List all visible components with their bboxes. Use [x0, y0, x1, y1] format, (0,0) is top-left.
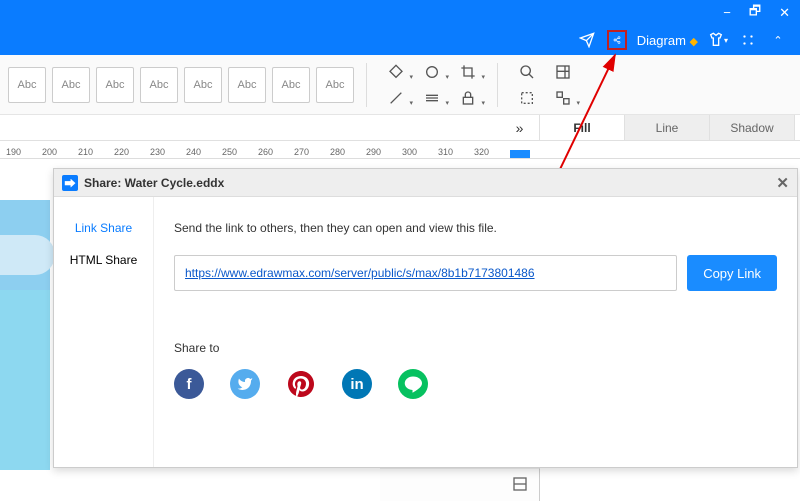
sidebar-item-html-share[interactable]: HTML Share [70, 253, 138, 267]
shape-style-4[interactable]: Abc [140, 67, 178, 103]
linkedin-icon[interactable]: in [342, 369, 372, 399]
cloud-shape [0, 235, 55, 275]
shape-style-1[interactable]: Abc [8, 67, 46, 103]
select-icon[interactable] [516, 87, 538, 109]
grid-icon[interactable] [552, 61, 574, 83]
share-icon[interactable] [607, 30, 627, 50]
layout-icon[interactable] [512, 476, 530, 494]
tab-fill[interactable]: Fill [540, 115, 625, 140]
shape-style-3[interactable]: Abc [96, 67, 134, 103]
tab-line[interactable]: Line [625, 115, 710, 140]
dash-tool[interactable]: ▾ [421, 87, 443, 109]
lock-tool[interactable]: ▾ [457, 87, 479, 109]
dialog-titlebar: ⮕ Share: Water Cycle.eddx ✕ [54, 169, 797, 197]
app-logo-icon: ⮕ [62, 175, 78, 191]
share-link-input[interactable] [174, 255, 677, 291]
tool-group-2: ▾ [510, 57, 580, 113]
compose-icon[interactable]: ▾ [552, 87, 574, 109]
collapse-icon[interactable]: ⌃ [768, 30, 788, 50]
dialog-main: Send the link to others, then they can o… [154, 197, 797, 467]
pinterest-icon[interactable] [286, 369, 316, 399]
twitter-icon[interactable] [230, 369, 260, 399]
divider [366, 63, 367, 107]
shape-style-7[interactable]: Abc [272, 67, 310, 103]
dialog-sidebar: Link Share HTML Share [54, 197, 154, 467]
shirt-icon[interactable]: ▾ [708, 30, 728, 50]
sidebar-item-link-share[interactable]: Link Share [75, 221, 132, 235]
search-icon[interactable] [516, 61, 538, 83]
fill-tool[interactable]: ▾ [385, 61, 407, 83]
tool-group-1: ▾ ▾ ▾ ▾ ▾ ▾ [379, 57, 485, 113]
apps-icon[interactable] [738, 30, 758, 50]
ruler-marker [510, 150, 530, 158]
facebook-icon[interactable]: f [174, 369, 204, 399]
line-icon[interactable] [398, 369, 428, 399]
send-icon[interactable] [577, 30, 597, 50]
window-titlebar: − 🗗 ✕ [0, 0, 800, 25]
shape-style-6[interactable]: Abc [228, 67, 266, 103]
panel-tabs: » Fill Line Shadow [0, 115, 800, 141]
shadow-tool[interactable]: ▾ [421, 61, 443, 83]
copy-link-button[interactable]: Copy Link [687, 255, 777, 291]
share-description: Send the link to others, then they can o… [174, 221, 777, 235]
menubar: Diagram ◆ ▾ ⌃ [0, 25, 800, 55]
close-button[interactable]: ✕ [779, 5, 790, 21]
divider [497, 63, 498, 107]
maximize-button[interactable]: 🗗 [749, 2, 761, 24]
crop-tool[interactable]: ▾ [457, 61, 479, 83]
shape-style-5[interactable]: Abc [184, 67, 222, 103]
toolbar: Abc Abc Abc Abc Abc Abc Abc Abc ▾ ▾ ▾ ▾ … [0, 55, 800, 115]
minimize-button[interactable]: − [723, 5, 731, 20]
share-dialog: ⮕ Share: Water Cycle.eddx ✕ Link Share H… [53, 168, 798, 468]
line-tool[interactable]: ▾ [385, 87, 407, 109]
shape-style-2[interactable]: Abc [52, 67, 90, 103]
expand-button[interactable]: » [500, 115, 540, 140]
shape-style-8[interactable]: Abc [316, 67, 354, 103]
diagram-menu[interactable]: Diagram ◆ [637, 33, 698, 48]
canvas-water [0, 290, 50, 470]
dialog-close-button[interactable]: ✕ [776, 174, 789, 192]
diamond-icon: ◆ [690, 36, 698, 48]
tab-shadow[interactable]: Shadow [710, 115, 795, 140]
dialog-title: Share: Water Cycle.eddx [84, 176, 224, 190]
share-to-label: Share to [174, 341, 777, 355]
ruler: 1902002102202302402502602702802903003103… [0, 141, 800, 159]
bottom-icons [512, 476, 530, 494]
